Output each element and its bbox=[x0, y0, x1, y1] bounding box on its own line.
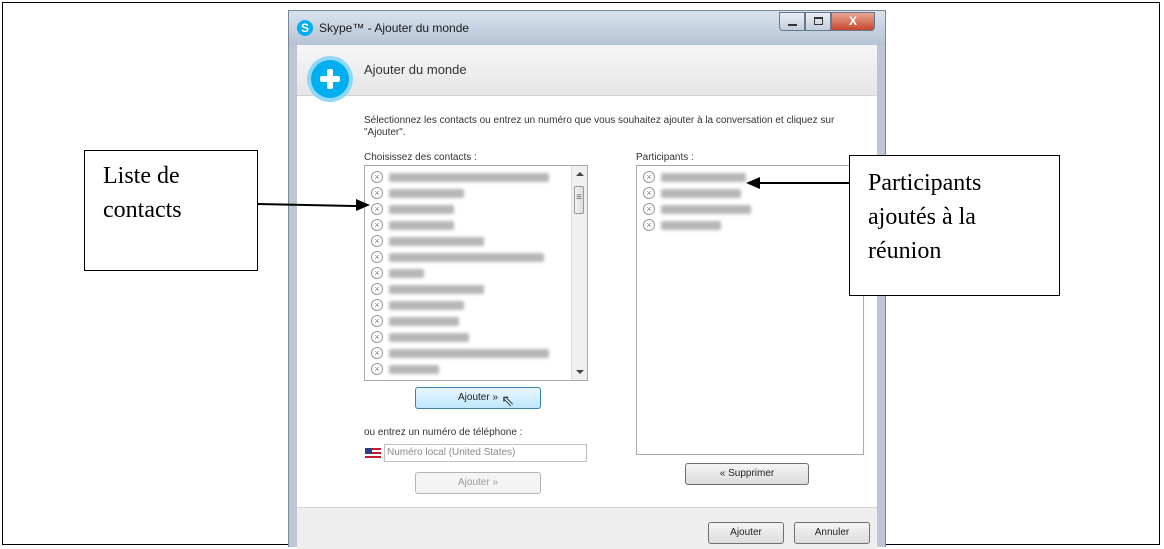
dialog-header: Ajouter du monde bbox=[297, 45, 877, 98]
blurred-contact-name bbox=[389, 301, 464, 310]
minimize-button[interactable] bbox=[779, 12, 805, 31]
blurred-contact-name bbox=[389, 253, 544, 262]
contact-status-icon: × bbox=[371, 171, 383, 183]
contact-status-icon: × bbox=[371, 187, 383, 199]
blurred-participant-name bbox=[661, 205, 751, 214]
contact-status-icon: × bbox=[643, 171, 655, 183]
instruction-text: Sélectionnez les contacts ou entrez un n… bbox=[364, 115, 835, 138]
blurred-contact-name bbox=[389, 349, 549, 358]
callout-contacts: Liste de contacts bbox=[84, 150, 258, 271]
blurred-participant-name bbox=[661, 221, 721, 230]
blurred-contact-name bbox=[389, 269, 424, 278]
contacts-list[interactable]: × × × × × × × × × × × × × bbox=[364, 165, 588, 381]
contact-status-icon: × bbox=[371, 219, 383, 231]
blurred-contact-name bbox=[389, 221, 454, 230]
contact-status-icon: × bbox=[371, 235, 383, 247]
maximize-icon bbox=[814, 17, 823, 25]
blurred-contact-name bbox=[389, 333, 469, 342]
blurred-participant-name bbox=[661, 173, 746, 182]
title-bar[interactable]: S Skype™ - Ajouter du monde X bbox=[289, 11, 885, 45]
blurred-participant-name bbox=[661, 189, 741, 198]
participants-list[interactable]: × × × × bbox=[636, 165, 864, 455]
minimize-icon bbox=[788, 24, 797, 26]
blurred-contact-name bbox=[389, 205, 454, 214]
contacts-label: Choisissez des contacts : bbox=[364, 152, 477, 163]
blurred-contact-name bbox=[389, 365, 439, 374]
mouse-cursor-icon: ⇖ bbox=[501, 393, 515, 410]
contact-status-icon: × bbox=[371, 315, 383, 327]
contact-status-icon: × bbox=[371, 331, 383, 343]
contact-status-icon: × bbox=[371, 251, 383, 263]
add-contacts-button[interactable]: Ajouter » bbox=[415, 387, 541, 409]
contact-status-icon: × bbox=[371, 363, 383, 375]
maximize-button[interactable] bbox=[805, 12, 831, 31]
blurred-contact-name bbox=[389, 189, 464, 198]
arrow-left-icon bbox=[746, 177, 760, 189]
scroll-down-arrow-icon[interactable] bbox=[576, 370, 584, 374]
blurred-contact-name bbox=[389, 237, 484, 246]
blurred-contact-name bbox=[389, 285, 484, 294]
cancel-button[interactable]: Annuler bbox=[794, 522, 870, 544]
window-title: Skype™ - Ajouter du monde bbox=[319, 21, 470, 35]
us-flag-icon bbox=[365, 448, 381, 458]
arrow-right-icon bbox=[356, 199, 370, 211]
contact-status-icon: × bbox=[643, 187, 655, 199]
contact-status-icon: × bbox=[643, 203, 655, 215]
dialog-content: Ajouter du monde Sélectionnez les contac… bbox=[297, 45, 877, 549]
dialog-heading: Ajouter du monde bbox=[364, 62, 467, 77]
ok-add-button[interactable]: Ajouter bbox=[708, 522, 784, 544]
skype-logo-icon: S bbox=[297, 20, 313, 36]
scroll-up-arrow-icon[interactable] bbox=[576, 172, 584, 176]
contact-status-icon: × bbox=[643, 219, 655, 231]
phone-label: ou entrez un numéro de téléphone : bbox=[364, 427, 523, 438]
contact-status-icon: × bbox=[371, 299, 383, 311]
dialog-footer: Ajouter Annuler bbox=[297, 507, 877, 549]
remove-button[interactable]: « Supprimer bbox=[685, 463, 809, 485]
blurred-contact-name bbox=[389, 317, 459, 326]
blurred-contact-name bbox=[389, 173, 549, 182]
phone-placeholder: Numéro local (United States) bbox=[387, 447, 516, 458]
contact-status-icon: × bbox=[371, 203, 383, 215]
participants-label: Participants : bbox=[636, 152, 694, 163]
close-button[interactable]: X bbox=[831, 12, 875, 31]
callout-arrow-line bbox=[760, 182, 849, 184]
skype-dialog-window: S Skype™ - Ajouter du monde X Ajouter du… bbox=[288, 10, 886, 549]
window-controls: X bbox=[779, 12, 875, 32]
contact-status-icon: × bbox=[371, 267, 383, 279]
contact-status-icon: × bbox=[371, 347, 383, 359]
add-plus-icon bbox=[311, 60, 349, 98]
contact-status-icon: × bbox=[371, 283, 383, 295]
callout-participants: Participants ajoutés à la réunion bbox=[849, 155, 1060, 296]
contacts-scrollbar[interactable] bbox=[571, 166, 587, 380]
scroll-thumb[interactable] bbox=[574, 186, 584, 214]
add-phone-button[interactable]: Ajouter » bbox=[415, 472, 541, 494]
phone-number-input[interactable]: Numéro local (United States) bbox=[365, 444, 587, 462]
